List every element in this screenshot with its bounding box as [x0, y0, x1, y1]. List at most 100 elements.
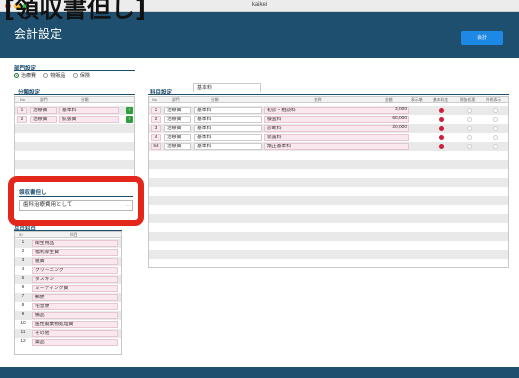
table-row[interactable]: 2 治療費 基本料 検査料 60,000: [149, 115, 508, 124]
row-number: 2: [17, 116, 27, 123]
row-amount: [370, 143, 409, 150]
item-name: クリーニング: [32, 267, 118, 274]
item-id: 11: [20, 330, 26, 335]
item-id: 10: [20, 321, 26, 326]
subject-underline: [148, 94, 509, 95]
table-row[interactable]: 1 治療費 基本料 ›: [15, 106, 134, 115]
category-table: No 部門 分類 1 治療費 基本料 › 2 治療費 拡張費 ›: [14, 96, 135, 180]
item-id: 12: [20, 339, 26, 344]
category-underline: [14, 94, 135, 95]
item-name: 薬品: [32, 339, 118, 346]
list-item[interactable]: 12 薬品: [15, 338, 121, 347]
accounting-button[interactable]: 会計: [461, 31, 503, 45]
basic-fee-flag-icon[interactable]: [439, 117, 444, 122]
empty-row: [149, 250, 508, 259]
list-item[interactable]: 8 宅急便: [15, 302, 121, 311]
column-header: 分類: [81, 98, 89, 102]
row-number: 4: [151, 134, 161, 141]
receipt-underline: [19, 196, 133, 197]
row-department: 治療費: [164, 134, 191, 141]
item-id: 7: [21, 294, 25, 299]
empty-row: [15, 151, 134, 160]
list-item[interactable]: 10 医性廃棄物処理費: [15, 320, 121, 329]
column-header: 名称: [314, 98, 322, 102]
receipt-section-label: 領収書但し: [19, 190, 47, 196]
subject-table-header: No 部門 分類 名称 金額 表示順 基本料金 税抜処理 外税表示: [149, 97, 508, 103]
tax-exclusion-flag-icon[interactable]: [467, 108, 472, 113]
radio-label: 保険: [79, 73, 90, 79]
radio-insurance[interactable]: 保険: [72, 72, 90, 79]
column-header: 基本料金: [433, 98, 449, 102]
item-id: 5: [21, 276, 25, 281]
table-row[interactable]: 3 治療費 基本料 診断料 20,000: [149, 124, 508, 133]
item-id: 1: [21, 240, 25, 245]
empty-row: [149, 178, 508, 187]
list-item[interactable]: 4 クリーニング: [15, 266, 121, 275]
column-header: 部門: [172, 98, 180, 102]
table-row[interactable]: 4 治療費 基本料 装置料: [149, 133, 508, 142]
external-tax-flag-icon[interactable]: [493, 108, 498, 113]
empty-row: [149, 259, 508, 268]
external-tax-flag-icon[interactable]: [493, 126, 498, 131]
empty-row: [149, 232, 508, 241]
list-item[interactable]: 2 福利厚生費: [15, 248, 121, 257]
row-number: 54: [151, 143, 161, 150]
list-item[interactable]: 7 郵便: [15, 293, 121, 302]
table-row[interactable]: 1 治療費 基本料 初診・相談料 3,000: [149, 106, 508, 115]
basic-fee-flag-icon[interactable]: [439, 135, 444, 140]
page-title: 会計設定: [14, 27, 63, 41]
item-name: ダスキン: [32, 276, 118, 283]
receipt-description-input[interactable]: 歯科治療費用として ...: [19, 200, 133, 211]
list-item[interactable]: 9 備品: [15, 311, 121, 320]
row-category: 基本料: [194, 116, 262, 123]
edit-arrow-icon[interactable]: ›: [126, 107, 133, 114]
subject-table: No 部門 分類 名称 金額 表示順 基本料金 税抜処理 外税表示 1 治療費 …: [148, 96, 509, 268]
tax-exclusion-flag-icon[interactable]: [467, 144, 472, 149]
list-item[interactable]: 6 ミーティング費: [15, 284, 121, 293]
row-amount: 60,000: [392, 116, 407, 121]
empty-row: [149, 187, 508, 196]
table-row[interactable]: 54 治療費 基本料 矯正基本料: [149, 142, 508, 151]
row-category-name: 基本料: [59, 107, 119, 114]
item-name: 医性廃棄物処理費: [32, 321, 118, 328]
department-radio-group: 治療費 物販品 保険: [14, 72, 96, 80]
row-category-name: 拡張費: [59, 116, 119, 123]
tax-exclusion-flag-icon[interactable]: [467, 126, 472, 131]
item-id: 6: [21, 285, 25, 290]
list-item[interactable]: 3 雑費: [15, 257, 121, 266]
radio-treatment[interactable]: 治療費: [14, 72, 36, 79]
edit-arrow-icon[interactable]: ›: [126, 116, 133, 123]
items-table: ID 科目 1 衛生用品 2 福利厚生費 3 雑費 4 クリーニング 5 ダスキ…: [14, 231, 122, 355]
basic-fee-flag-icon[interactable]: [439, 126, 444, 131]
list-item[interactable]: 1 衛生用品: [15, 239, 121, 248]
external-tax-flag-icon[interactable]: [493, 135, 498, 140]
subject-filter-tab[interactable]: 基本料: [193, 83, 261, 92]
radio-goods[interactable]: 物販品: [43, 72, 65, 79]
row-department: 治療費: [164, 125, 191, 132]
empty-row: [149, 223, 508, 232]
empty-row: [149, 196, 508, 205]
empty-row: [149, 169, 508, 178]
department-underline: [14, 70, 135, 71]
table-row[interactable]: 2 治療費 拡張費 ›: [15, 115, 134, 124]
basic-fee-flag-icon[interactable]: [439, 144, 444, 149]
tax-exclusion-flag-icon[interactable]: [467, 117, 472, 122]
row-category: 基本料: [194, 134, 262, 141]
row-amount: [370, 134, 409, 141]
tax-exclusion-flag-icon[interactable]: [467, 135, 472, 140]
empty-row: [15, 133, 134, 142]
column-header: ID: [19, 233, 23, 237]
row-number: 2: [151, 116, 161, 123]
external-tax-flag-icon[interactable]: [493, 117, 498, 122]
row-amount: 3,000: [394, 107, 407, 112]
row-number: 3: [151, 125, 161, 132]
items-table-header: ID 科目: [15, 232, 121, 238]
external-tax-flag-icon[interactable]: [493, 144, 498, 149]
list-item[interactable]: 5 ダスキン: [15, 275, 121, 284]
basic-fee-flag-icon[interactable]: [439, 108, 444, 113]
item-name: 郵便: [32, 294, 118, 301]
row-category: 基本料: [194, 107, 262, 114]
item-id: 4: [21, 267, 25, 272]
list-item[interactable]: 11 その他: [15, 329, 121, 338]
item-name: 備品: [32, 312, 118, 319]
